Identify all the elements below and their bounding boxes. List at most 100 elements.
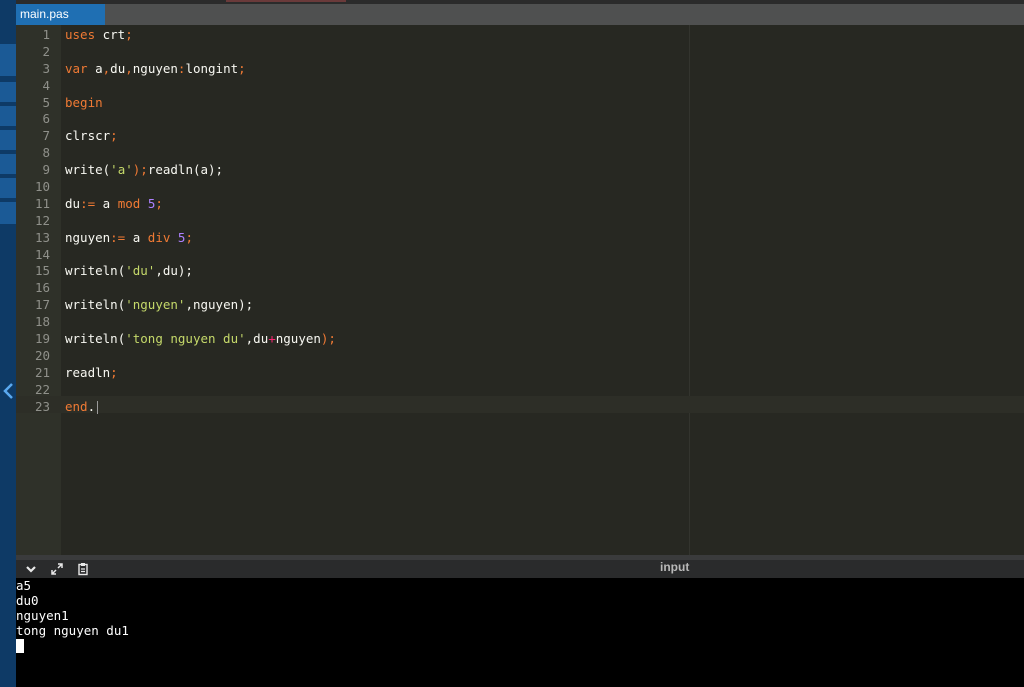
code-line: 22 [16, 382, 1024, 399]
line-number: 19 [34, 331, 50, 347]
code-line: 1 uses crt; [16, 27, 1024, 44]
line-number: 16 [34, 280, 50, 296]
code-token: nguyen [65, 229, 111, 245]
code-line: 16 [16, 280, 1024, 297]
code-token: 'tong nguyen du' [125, 331, 246, 347]
code-token: div [147, 229, 171, 245]
code-text: du:= a mod 5; [65, 196, 163, 213]
text-cursor [97, 400, 99, 414]
code-line: 21 readln; [16, 365, 1024, 382]
console-output-line: tong nguyen du1 [16, 623, 129, 638]
code-token: nguyen [132, 60, 178, 76]
code-token: ; [238, 60, 246, 76]
code-text: writeln('du',du); [65, 263, 193, 280]
line-number: 21 [34, 364, 50, 380]
console-output[interactable]: a5 du0 nguyen1 tong nguyen du1 [16, 578, 1024, 687]
code-line: 20 [16, 348, 1024, 365]
code-token: readln [147, 162, 193, 178]
code-line: 6 [16, 111, 1024, 128]
code-token: writeln [65, 331, 118, 347]
code-line: 18 [16, 314, 1024, 331]
code-token: ,du [245, 331, 269, 347]
expand-icon[interactable] [48, 561, 66, 577]
code-token: nguyen [275, 331, 321, 347]
code-line: 19 writeln('tong nguyen du',du+nguyen); [16, 331, 1024, 348]
console-output-line: nguyen1 [16, 608, 69, 623]
code-token: end [65, 398, 88, 414]
side-panel-segment [0, 106, 16, 126]
collapse-sidebar-icon[interactable] [0, 376, 16, 406]
code-token: begin [65, 94, 103, 110]
code-line: 17 writeln('nguyen',nguyen); [16, 297, 1024, 314]
code-line: 10 [16, 179, 1024, 196]
code-line: 15 writeln('du',du); [16, 263, 1024, 280]
console-output-line: a5 [16, 578, 32, 593]
line-number: 5 [42, 94, 50, 110]
line-number: 20 [34, 347, 50, 363]
code-token: := [110, 229, 126, 245]
line-number: 2 [42, 43, 50, 59]
line-number: 14 [34, 246, 50, 262]
code-text: writeln('tong nguyen du',du+nguyen); [65, 331, 336, 348]
code-text: write('a');readln(a); [65, 162, 223, 179]
console-toolbar: input [16, 560, 1024, 578]
side-panel-segment [0, 154, 16, 174]
line-number: 15 [34, 263, 50, 279]
code-token: ); [132, 162, 148, 178]
code-line: 8 [16, 145, 1024, 162]
code-token: longint [185, 60, 239, 76]
code-text: end. [65, 398, 99, 416]
code-token: ,du); [155, 263, 193, 279]
code-token: mod [117, 195, 141, 211]
code-text: uses crt; [65, 27, 133, 44]
code-line: 11 du:= a mod 5; [16, 196, 1024, 213]
tab-main-pas[interactable]: main.pas [16, 4, 105, 25]
code-text: clrscr; [65, 128, 118, 145]
code-lines: 1 uses crt; 2 3 var a,du,nguyen:longint; 4 5 be… [16, 27, 1024, 415]
code-token: 'du' [125, 263, 156, 279]
code-line: 9 write('a');readln(a); [16, 162, 1024, 179]
code-text: writeln('nguyen',nguyen); [65, 297, 253, 314]
code-line: 2 [16, 44, 1024, 61]
line-number: 9 [42, 162, 50, 178]
console-output-line: du0 [16, 593, 39, 608]
side-panel-segment [0, 44, 16, 76]
input-label[interactable]: input [660, 560, 689, 574]
code-token: ); [320, 331, 336, 347]
clipboard-icon[interactable] [74, 561, 92, 577]
line-number: 6 [42, 111, 50, 127]
code-token: := [80, 195, 96, 211]
terminal-cursor [16, 639, 24, 653]
code-token: uses [65, 27, 96, 42]
code-text: readln; [65, 365, 118, 382]
line-number: 10 [34, 179, 50, 195]
code-token: du [65, 195, 81, 211]
code-line: 12 [16, 213, 1024, 230]
line-number: 23 [34, 398, 50, 414]
code-token: a [125, 229, 148, 245]
code-token: ; [110, 128, 118, 144]
line-number: 22 [34, 381, 50, 397]
code-token: writeln [65, 263, 118, 279]
line-number: 11 [34, 195, 50, 211]
code-line: 13 nguyen:= a div 5; [16, 230, 1024, 247]
side-panel-segment [0, 130, 16, 150]
code-token: crt [95, 27, 126, 42]
line-number: 8 [42, 145, 50, 161]
code-token: 'nguyen' [125, 297, 186, 313]
side-panel-segment [0, 178, 16, 198]
code-token: + [268, 331, 276, 347]
code-line: 3 var a,du,nguyen:longint; [16, 61, 1024, 78]
code-text: begin [65, 95, 103, 112]
code-editor[interactable]: 1 uses crt; 2 3 var a,du,nguyen:longint; 4 5 be… [16, 25, 1024, 555]
code-token: ; [110, 364, 118, 380]
code-token: 'a' [110, 162, 133, 178]
code-token: a [87, 60, 103, 76]
chevron-down-icon[interactable] [22, 561, 40, 577]
code-token: a [95, 195, 118, 211]
line-number: 1 [42, 27, 50, 42]
tab-bar: main.pas [16, 4, 1024, 25]
line-number: 13 [34, 229, 50, 245]
